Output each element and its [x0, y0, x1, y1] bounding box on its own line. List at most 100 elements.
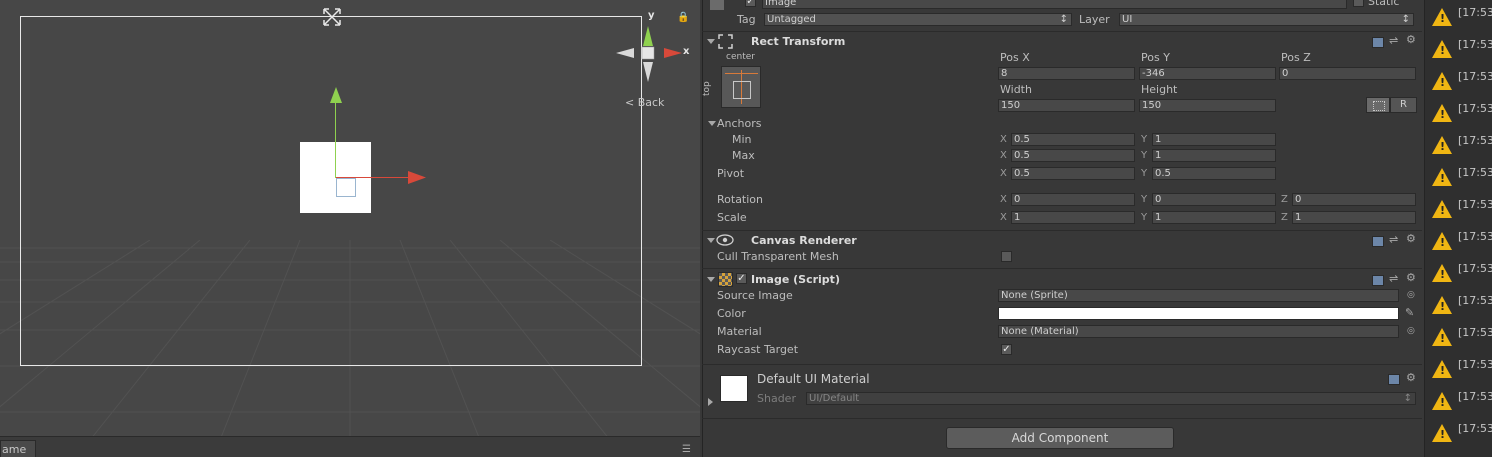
pos-z-field[interactable]: 0: [1279, 67, 1416, 80]
console-log-entry[interactable]: ! [17:53: [1426, 96, 1492, 128]
lock-icon[interactable]: 🔒: [677, 12, 689, 23]
gear-icon[interactable]: ⚙: [1406, 233, 1416, 244]
tab-game[interactable]: ame: [0, 440, 36, 457]
scale-x-field[interactable]: 1: [1011, 211, 1135, 224]
warning-icon-mark: !: [1440, 204, 1446, 217]
add-component-button[interactable]: Add Component: [946, 427, 1174, 449]
gear-icon[interactable]: ⚙: [1406, 372, 1416, 383]
help-book-icon[interactable]: [1372, 275, 1384, 286]
material-foldout-icon[interactable]: [708, 398, 713, 406]
move-gizmo-y-arrowhead[interactable]: [329, 87, 343, 103]
material-field[interactable]: None (Material): [998, 325, 1399, 338]
move-gizmo-y-axis[interactable]: [335, 100, 336, 178]
canvas-renderer-title: Canvas Renderer: [751, 234, 857, 247]
material-preview-title: Default UI Material: [757, 372, 870, 386]
object-picker-icon[interactable]: ◎: [1407, 290, 1415, 301]
console-log-entry[interactable]: ! [17:53: [1426, 32, 1492, 64]
rect-inner-outline: [336, 178, 356, 197]
console-log-entry[interactable]: ! [17:53: [1426, 416, 1492, 448]
anchors-foldout-icon[interactable]: [708, 121, 716, 126]
foldout-arrow-icon[interactable]: [707, 238, 715, 243]
console-log-entry[interactable]: ! [17:53: [1426, 64, 1492, 96]
raycast-target-label: Raycast Target: [717, 343, 799, 356]
console-entry-text: [17:53: [1458, 262, 1492, 275]
tab-menu-icon[interactable]: ☰: [682, 444, 691, 455]
preset-sliders-icon[interactable]: ⇌: [1389, 273, 1398, 284]
console-entry-text: [17:53: [1458, 38, 1492, 51]
axis-y-label: Y: [1141, 150, 1148, 161]
back-view-text: Back: [637, 96, 665, 109]
console-log-entry[interactable]: ! [17:53: [1426, 256, 1492, 288]
rotation-y-field[interactable]: 0: [1152, 193, 1276, 206]
static-checkbox[interactable]: [1353, 0, 1364, 7]
gear-icon[interactable]: ⚙: [1406, 272, 1416, 283]
warning-icon-mark: !: [1440, 300, 1446, 313]
pos-y-field[interactable]: -346: [1139, 67, 1276, 80]
console-entry-text: [17:53: [1458, 422, 1492, 435]
console-log-entry[interactable]: ! [17:53: [1426, 224, 1492, 256]
tag-dropdown[interactable]: Untagged ↕: [764, 13, 1072, 26]
axis-x-label: X: [1000, 168, 1007, 179]
console-log-entry[interactable]: ! [17:53: [1426, 160, 1492, 192]
help-book-icon[interactable]: [1372, 37, 1384, 48]
anchor-min-y-field[interactable]: 1: [1152, 133, 1276, 146]
cull-transparent-checkbox[interactable]: [1001, 251, 1012, 262]
foldout-arrow-icon[interactable]: [707, 277, 715, 282]
console-log-entry[interactable]: ! [17:53: [1426, 352, 1492, 384]
help-book-icon[interactable]: [1372, 236, 1384, 247]
color-field[interactable]: [998, 307, 1399, 320]
move-gizmo-x-arrowhead[interactable]: [408, 171, 426, 184]
material-label: Material: [717, 325, 762, 338]
pivot-y-field[interactable]: 0.5: [1152, 167, 1276, 180]
blueprint-mode-button[interactable]: [1366, 97, 1390, 113]
anchor-preset-button[interactable]: [721, 66, 761, 108]
pos-x-field[interactable]: 8: [998, 67, 1135, 80]
width-field[interactable]: 150: [998, 99, 1135, 112]
scale-z-field[interactable]: 1: [1292, 211, 1416, 224]
object-name-field[interactable]: Image: [762, 0, 1347, 9]
axis-x-label: X: [1000, 150, 1007, 161]
height-field[interactable]: 150: [1139, 99, 1276, 112]
preset-sliders-icon[interactable]: ⇌: [1389, 234, 1398, 245]
scene-view[interactable]: y x 🔒 < Back ame ☰: [0, 0, 700, 457]
shader-value: UI/Default: [809, 393, 860, 404]
orientation-gizmo-icon[interactable]: [612, 22, 684, 84]
anchor-max-x-field[interactable]: 0.5: [1011, 149, 1135, 162]
image-component-icon: [718, 272, 733, 287]
layer-dropdown[interactable]: UI ↕: [1119, 13, 1414, 26]
console-log-entry[interactable]: ! [17:53: [1426, 384, 1492, 416]
scale-y-field[interactable]: 1: [1152, 211, 1276, 224]
pivot-x-field[interactable]: 0.5: [1011, 167, 1135, 180]
anchor-icon[interactable]: [320, 5, 344, 29]
image-enabled-checkbox[interactable]: ✓: [736, 273, 747, 284]
console-log-entry[interactable]: ! [17:53: [1426, 288, 1492, 320]
gizmo-x-label: x: [683, 46, 690, 57]
dropdown-arrows-icon: ↕: [1059, 14, 1068, 25]
console-log-entry[interactable]: ! [17:53: [1426, 320, 1492, 352]
separator: [702, 268, 1422, 269]
raycast-target-checkbox[interactable]: ✓: [1001, 344, 1012, 355]
back-view-label[interactable]: < Back: [625, 96, 664, 109]
anchor-min-x-field[interactable]: 0.5: [1011, 133, 1135, 146]
console-log-entry[interactable]: ! [17:53: [1426, 128, 1492, 160]
eyedropper-icon[interactable]: ✎: [1405, 307, 1414, 318]
active-checkbox[interactable]: ✓: [745, 0, 756, 7]
object-picker-icon[interactable]: ◎: [1407, 326, 1415, 337]
material-preview-swatch: [720, 375, 748, 402]
console-entry-text: [17:53: [1458, 198, 1492, 211]
preset-sliders-icon[interactable]: ⇌: [1389, 35, 1398, 46]
source-image-field[interactable]: None (Sprite): [998, 289, 1399, 302]
rotation-x-field[interactable]: 0: [1011, 193, 1135, 206]
move-gizmo-x-axis[interactable]: [336, 177, 412, 178]
help-book-icon[interactable]: [1388, 374, 1400, 385]
anchor-line-h: [725, 73, 758, 74]
axis-x-label: X: [1000, 194, 1007, 205]
rotation-z-field[interactable]: 0: [1292, 193, 1416, 206]
raw-edit-button[interactable]: R: [1390, 97, 1417, 113]
shader-dropdown[interactable]: UI/Default ↕: [806, 392, 1416, 405]
console-log-entry[interactable]: ! [17:53: [1426, 192, 1492, 224]
foldout-arrow-icon[interactable]: [707, 39, 715, 44]
anchor-max-y-field[interactable]: 1: [1152, 149, 1276, 162]
gear-icon[interactable]: ⚙: [1406, 34, 1416, 45]
console-log-entry[interactable]: ! [17:53: [1426, 0, 1492, 32]
